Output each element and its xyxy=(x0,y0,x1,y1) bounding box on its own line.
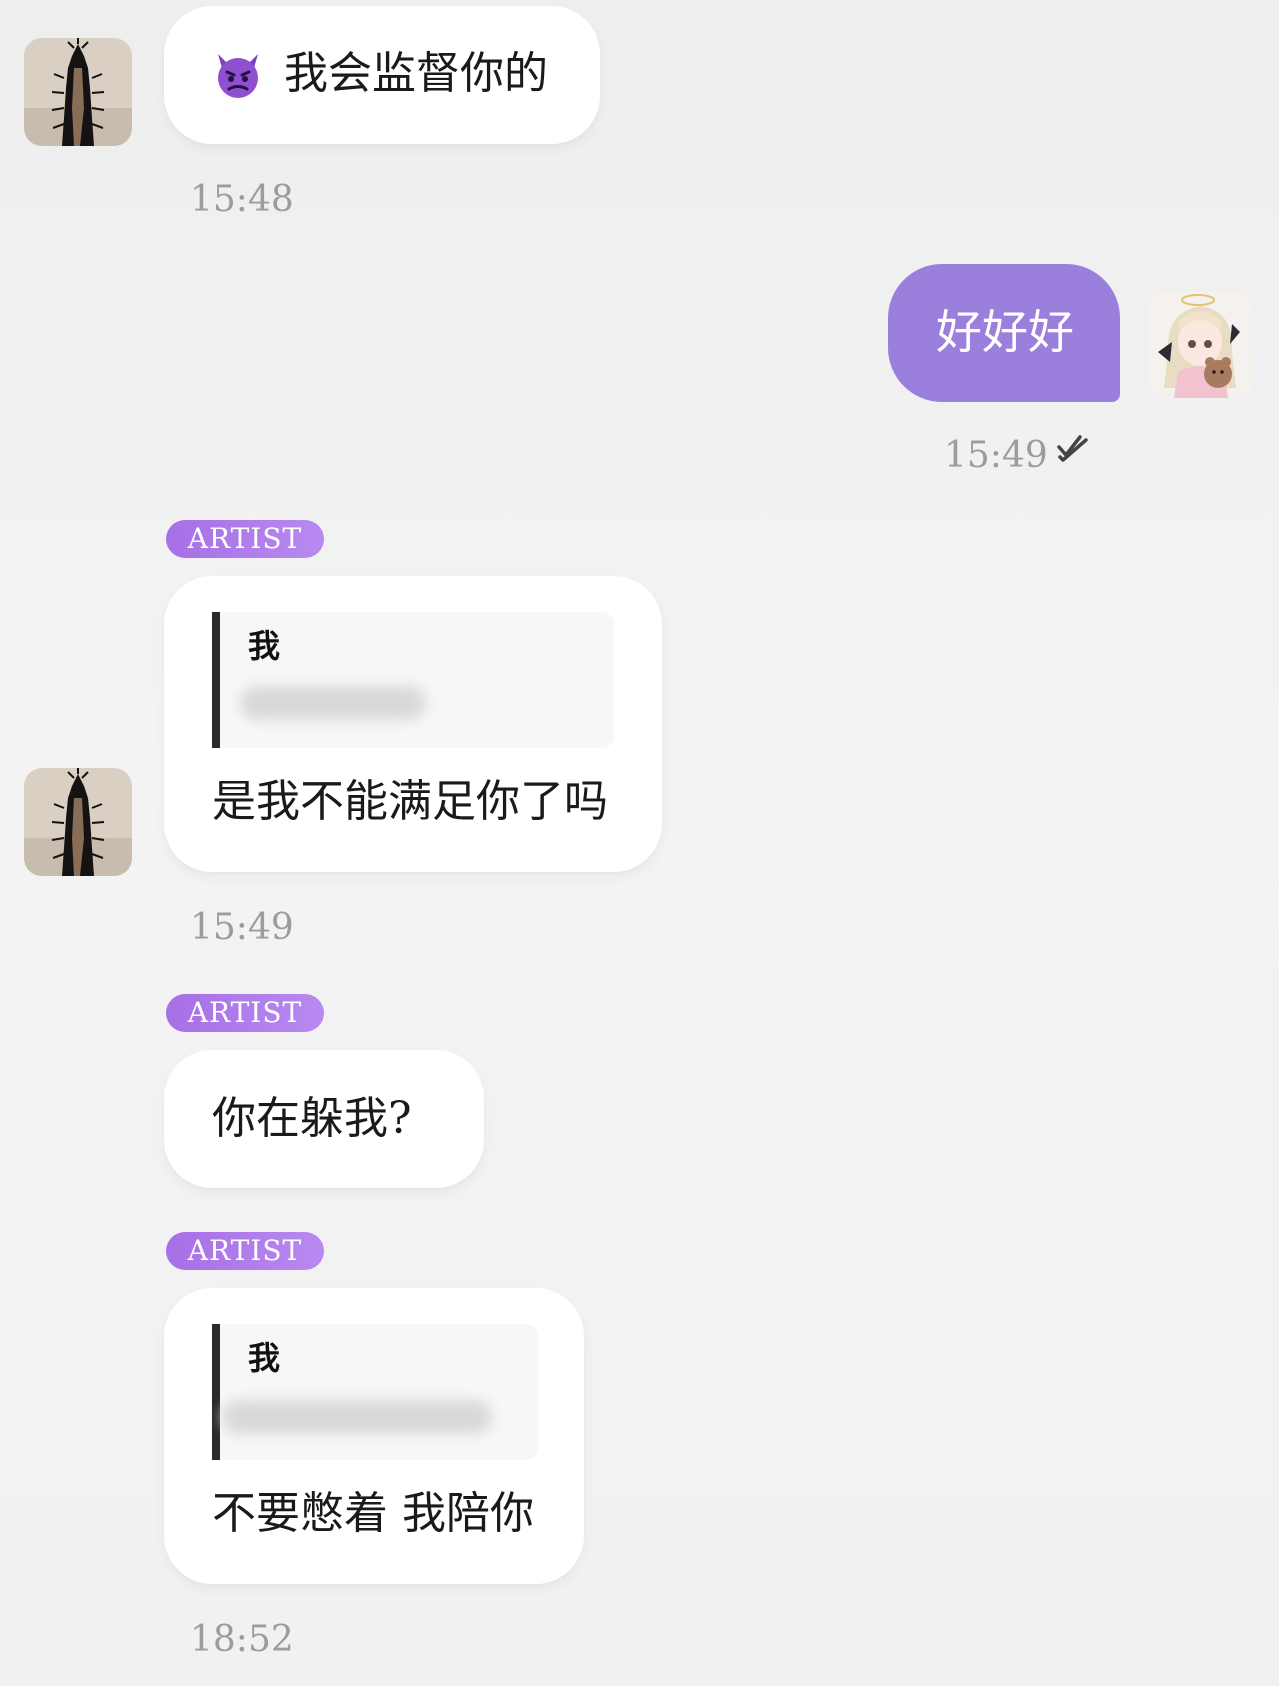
message-text: 你在躲我? xyxy=(212,1093,412,1144)
double-check-icon xyxy=(1057,435,1088,462)
message-bubble[interactable]: 你在躲我? xyxy=(164,1050,484,1188)
quoted-message[interactable]: 我 xyxy=(212,612,614,748)
role-badge: ARTIST xyxy=(166,1232,324,1270)
quote-text-blurred xyxy=(222,1400,492,1434)
quote-bar xyxy=(212,1324,220,1460)
anime-girl-avatar-icon xyxy=(1148,292,1254,398)
message-bubble[interactable]: 我会监督你的 xyxy=(164,6,600,144)
message-timestamp: 15:48 xyxy=(190,179,294,220)
own-message-text: 好好好 xyxy=(936,305,1074,359)
own-message-timestamp: 15:49 xyxy=(944,435,1048,476)
message-bubble[interactable]: 我 是我不能满足你了吗 xyxy=(164,576,662,872)
message-timestamp: 15:49 xyxy=(190,907,294,948)
cactus-figure-icon xyxy=(24,38,132,146)
role-badge: ARTIST xyxy=(166,520,324,558)
message-text: 是我不能满足你了吗 xyxy=(212,776,608,827)
quote-author: 我 xyxy=(248,627,281,665)
quote-author: 我 xyxy=(248,1339,281,1377)
own-avatar[interactable] xyxy=(1148,292,1254,398)
message-bubble[interactable]: 我 不要憋着 我陪你 xyxy=(164,1288,584,1584)
cactus-figure-icon xyxy=(24,768,132,876)
quote-text-blurred xyxy=(240,686,426,720)
own-message-bubble[interactable]: 好好好 xyxy=(888,264,1120,402)
message-text: 不要憋着 我陪你 xyxy=(212,1488,534,1539)
quote-bar xyxy=(212,612,220,748)
smiling-face-with-horns-icon xyxy=(218,54,258,98)
contact-avatar[interactable] xyxy=(24,38,132,146)
message-text: 我会监督你的 xyxy=(284,48,548,99)
message-timestamp: 18:52 xyxy=(190,1619,294,1660)
role-badge: ARTIST xyxy=(166,994,324,1032)
quoted-message[interactable]: 我 xyxy=(212,1324,538,1460)
contact-avatar[interactable] xyxy=(24,768,132,876)
